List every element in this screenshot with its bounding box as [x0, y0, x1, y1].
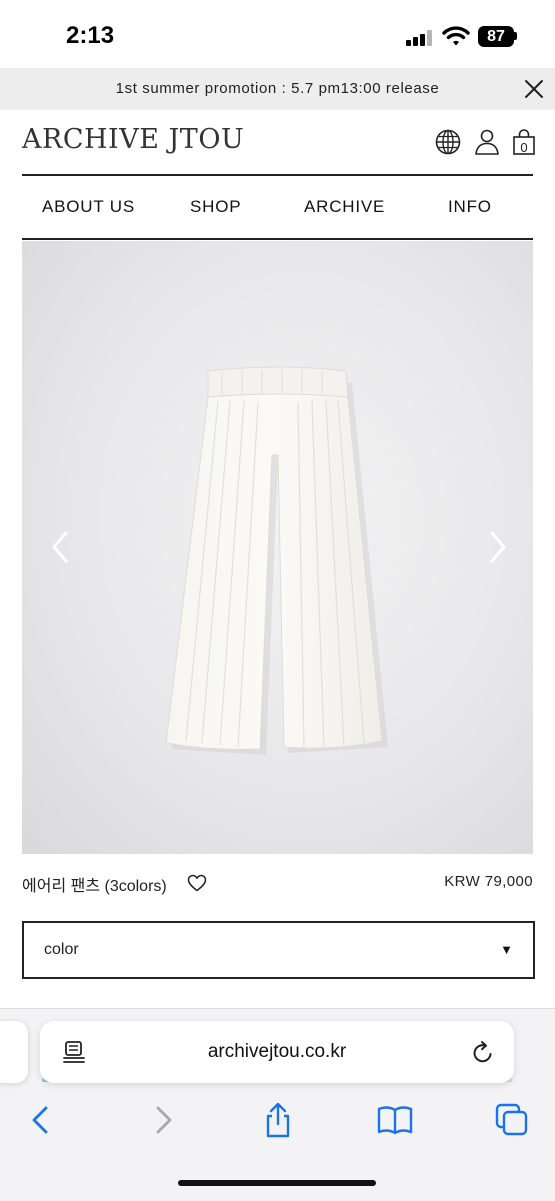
chevron-left-icon[interactable] [46, 527, 76, 567]
account-icon[interactable] [473, 128, 501, 156]
reload-icon[interactable] [470, 1040, 496, 1066]
nav-item-about-us[interactable]: ABOUT US [42, 176, 135, 238]
bookmarks-icon[interactable] [375, 1100, 415, 1140]
home-indicator [178, 1180, 376, 1186]
chevron-right-icon[interactable] [482, 527, 512, 567]
previous-tab-preview[interactable] [0, 1021, 28, 1083]
battery-level: 87 [478, 26, 514, 47]
address-bar[interactable]: archivejtou.co.kr [40, 1021, 514, 1083]
product-price: KRW 79,000 [444, 873, 533, 890]
heart-icon[interactable] [187, 874, 207, 892]
product-image[interactable] [22, 241, 533, 854]
color-select[interactable]: color ▼ [22, 921, 535, 979]
wifi-icon [442, 26, 470, 46]
dropdown-arrow-icon: ▼ [500, 942, 513, 957]
site-logo[interactable]: ARCHIVE JTOU [22, 124, 244, 155]
pants-image [165, 366, 388, 755]
product-name: 에어리 팬츠 (3colors) [22, 878, 167, 895]
nav-item-info[interactable]: INFO [448, 176, 492, 238]
share-icon[interactable] [258, 1100, 298, 1140]
battery-icon [514, 32, 517, 40]
cart-count: 0 [520, 140, 528, 155]
tabs-icon[interactable] [492, 1100, 532, 1140]
close-icon[interactable] [520, 75, 548, 103]
nav-item-shop[interactable]: SHOP [190, 176, 241, 238]
url-text[interactable]: archivejtou.co.kr [40, 1021, 514, 1083]
cellular-signal-icon [406, 30, 434, 46]
promo-banner: 1st summer promotion : 5.7 pm13:00 relea… [0, 68, 555, 110]
status-time: 2:13 [66, 22, 115, 49]
globe-icon[interactable] [434, 128, 462, 156]
nav-divider [22, 238, 533, 240]
back-icon[interactable] [22, 1100, 62, 1140]
promo-text: 1st summer promotion : 5.7 pm13:00 relea… [115, 80, 440, 97]
forward-icon[interactable] [142, 1100, 182, 1140]
nav-item-archive[interactable]: ARCHIVE [304, 176, 385, 238]
color-select-label: color [44, 941, 79, 958]
main-nav: ABOUT US SHOP ARCHIVE INFO [22, 176, 533, 238]
